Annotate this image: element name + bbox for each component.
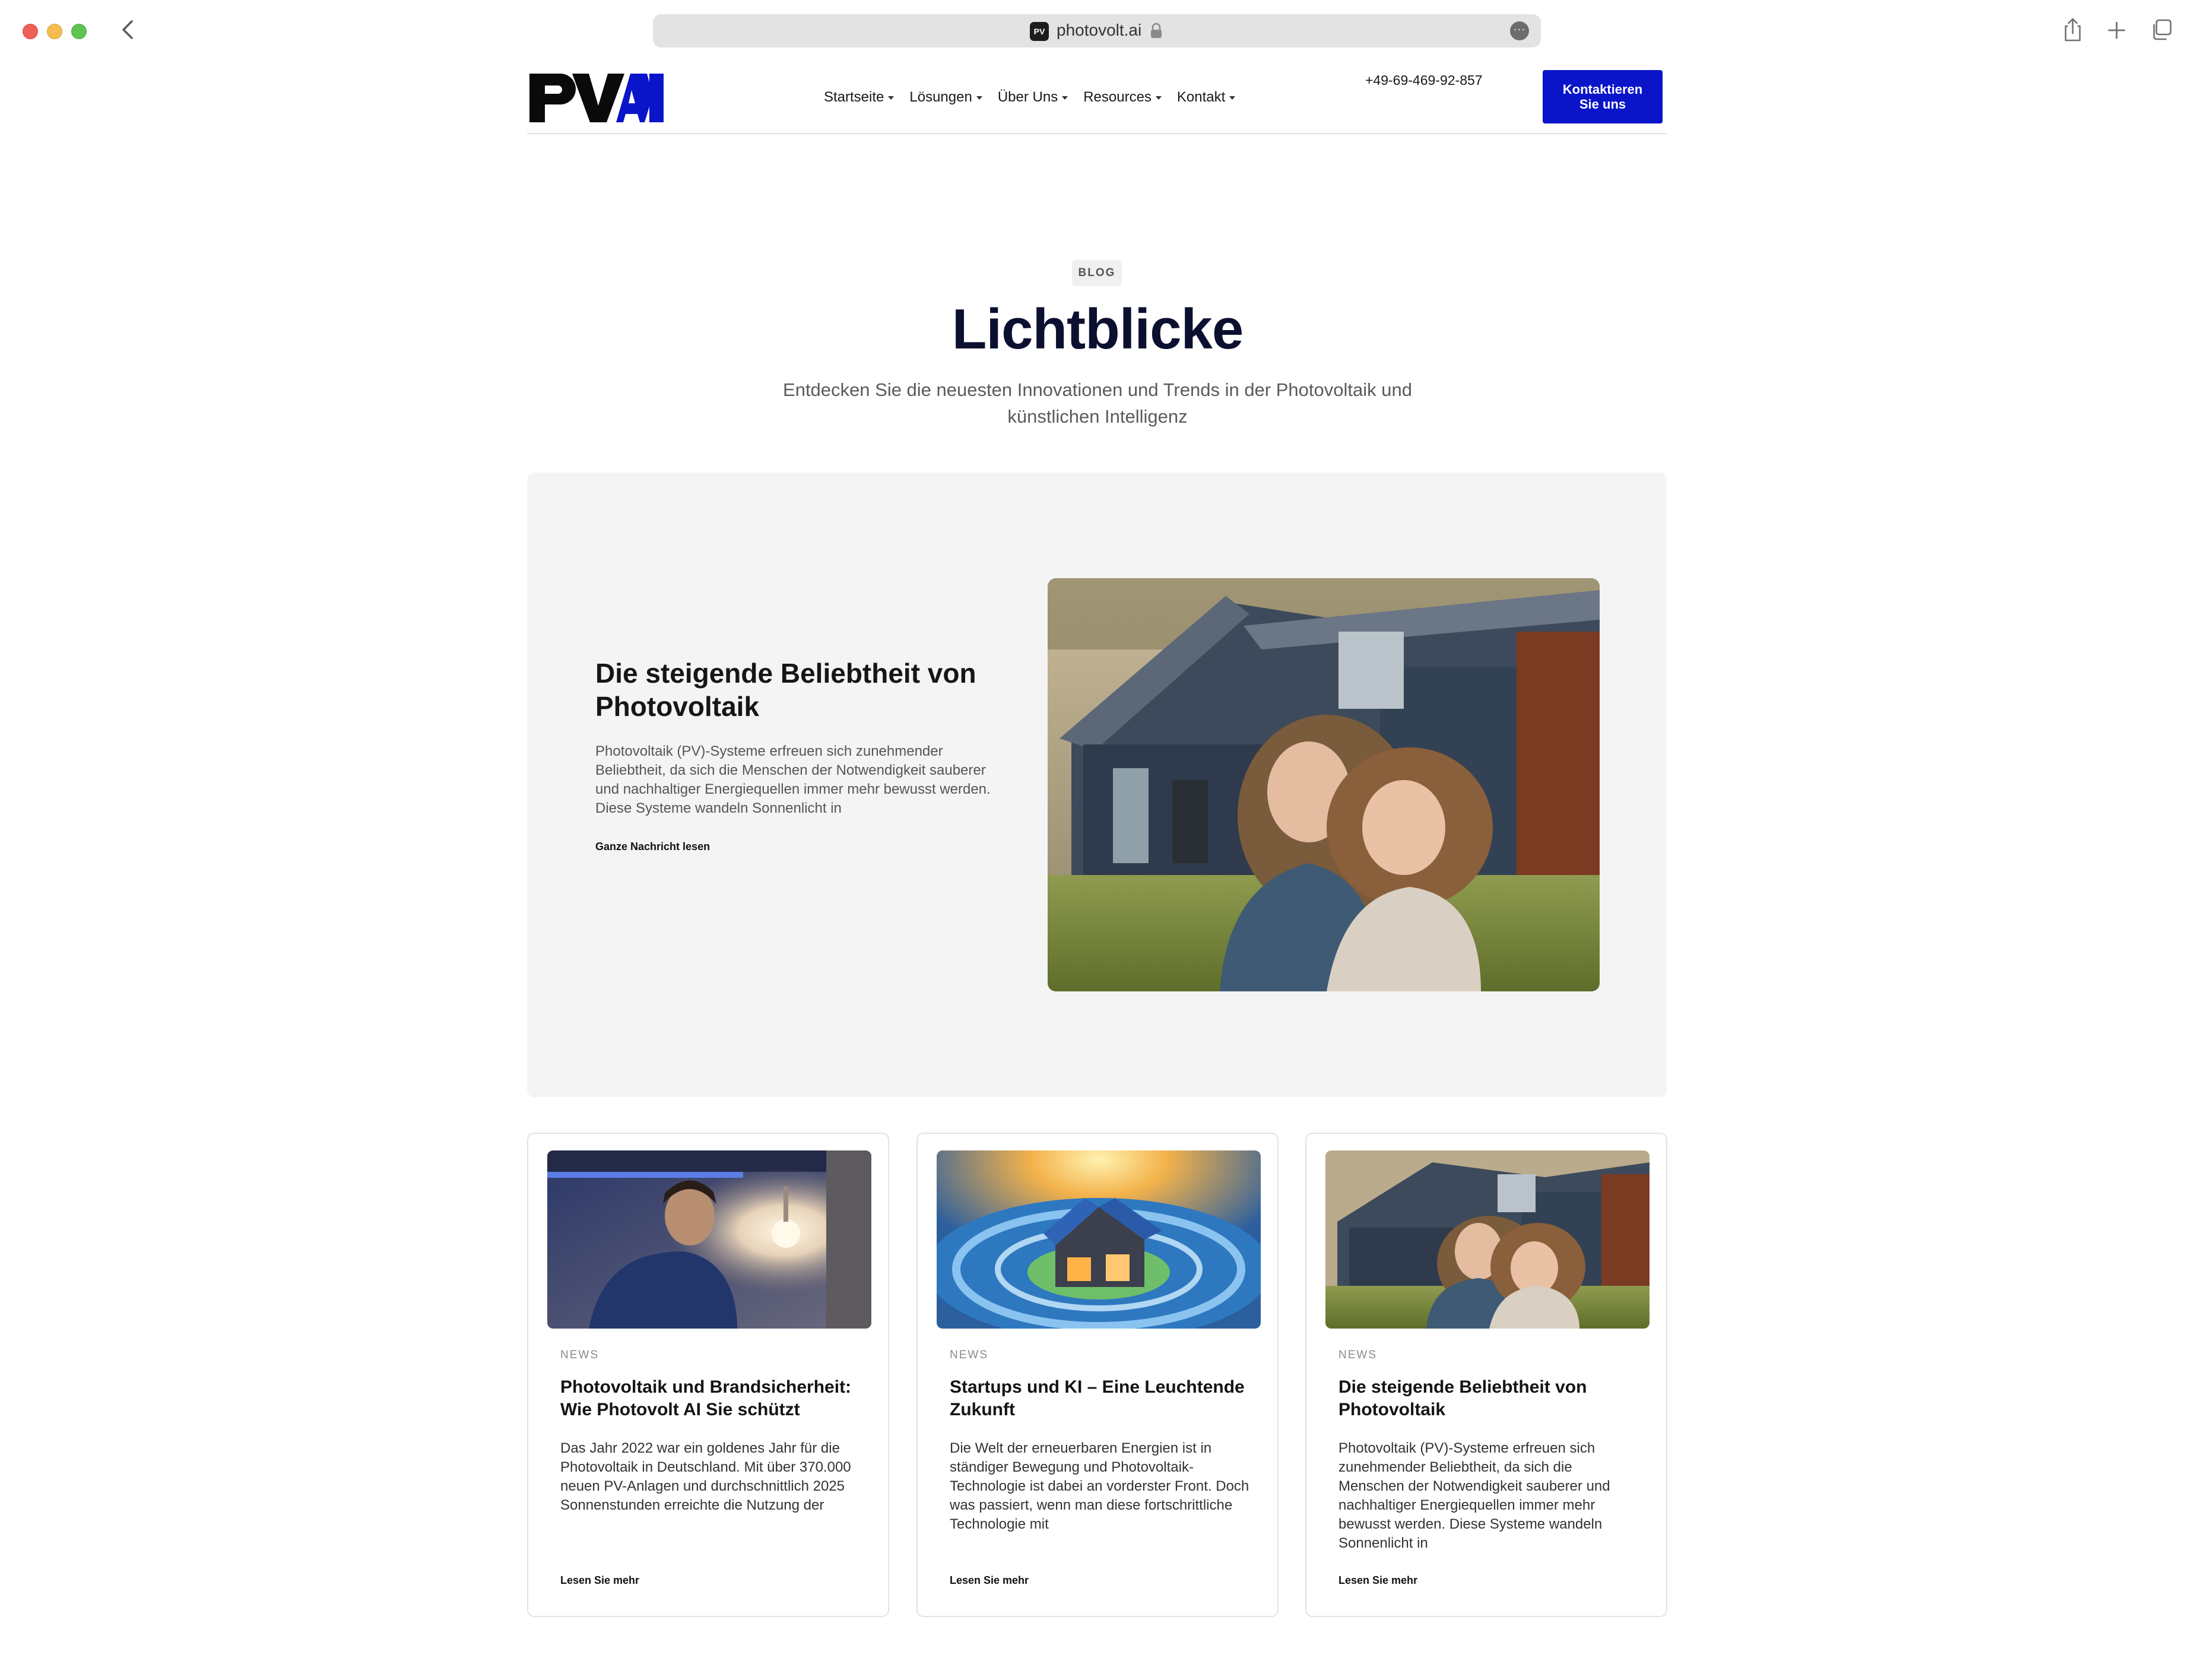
close-window-button[interactable]	[23, 24, 38, 39]
nav-kontakt[interactable]: Kontakt	[1176, 89, 1236, 106]
blog-post-card[interactable]: NEWS Startups und KI – Eine Leuchtende Z…	[916, 1133, 1279, 1617]
post-excerpt: Photovoltaik (PV)-Systeme erfreuen sich …	[1338, 1440, 1610, 1551]
nav-resources[interactable]: Resources	[1083, 89, 1162, 106]
read-full-news-link[interactable]: Ganze Nachricht lesen	[595, 841, 710, 853]
post-category: NEWS	[560, 1349, 599, 1361]
nav-loesungen[interactable]: Lösungen	[909, 89, 982, 106]
read-more-link[interactable]: Lesen Sie mehr	[560, 1574, 639, 1587]
url-text: photovolt.ai	[1057, 21, 1142, 39]
post-image[interactable]	[1325, 1150, 1650, 1329]
page-options-icon[interactable]: ···	[1510, 21, 1529, 40]
post-excerpt: Das Jahr 2022 war ein goldenes Jahr für …	[560, 1440, 851, 1513]
chevron-down-icon	[976, 96, 982, 100]
read-more-link[interactable]: Lesen Sie mehr	[1338, 1574, 1417, 1587]
featured-post: Die steigende Beliebtheit von Photovolta…	[527, 473, 1667, 1097]
featured-post-excerpt: Photovoltaik (PV)-Systeme erfreuen sich …	[595, 743, 991, 816]
nav-label: Über Uns	[997, 89, 1058, 105]
blog-post-card[interactable]: NEWS Photovoltaik und Brandsicherheit: W…	[527, 1133, 889, 1617]
post-image[interactable]	[937, 1150, 1261, 1329]
nav-label: Resources	[1083, 89, 1152, 105]
back-arrow-icon[interactable]	[116, 17, 140, 43]
nav-label: Startseite	[824, 89, 884, 105]
post-image[interactable]	[547, 1150, 871, 1329]
page-subtitle: Entdecken Sie die neuesten Innovationen …	[783, 379, 1412, 427]
chevron-down-icon	[1062, 96, 1068, 100]
page-title: Lichtblicke	[951, 297, 1244, 361]
site-favicon-icon: PV	[1030, 22, 1049, 41]
site-header: Startseite Lösungen Über Uns Resources K…	[527, 59, 1667, 134]
nav-startseite[interactable]: Startseite	[824, 89, 895, 106]
share-icon[interactable]	[2060, 15, 2086, 44]
chevron-down-icon	[1229, 96, 1236, 100]
main-navigation: Startseite Lösungen Über Uns Resources K…	[824, 89, 1251, 106]
post-title[interactable]: Startups und KI – Eine Leuchtende Zukunf…	[950, 1376, 1252, 1421]
phone-number[interactable]: +49-69-469-92-857	[1365, 72, 1483, 88]
zoom-window-button[interactable]	[71, 24, 87, 39]
post-title[interactable]: Die steigende Beliebtheit von Photovolta…	[1338, 1376, 1641, 1421]
read-more-link[interactable]: Lesen Sie mehr	[950, 1574, 1029, 1587]
nav-label: Lösungen	[909, 89, 972, 105]
featured-post-image[interactable]	[1048, 578, 1600, 991]
browser-toolbar: PV photovolt.ai ···	[0, 0, 2195, 59]
blog-post-card[interactable]: NEWS Die steigende Beliebtheit von Photo…	[1305, 1133, 1667, 1617]
nav-label: Kontakt	[1176, 89, 1226, 105]
post-excerpt: Die Welt der erneuerbaren Energien ist i…	[950, 1440, 1249, 1532]
contact-us-button[interactable]: Kontaktieren Sie uns	[1543, 70, 1663, 123]
post-category: NEWS	[950, 1349, 988, 1361]
chevron-down-icon	[888, 96, 895, 100]
nav-ueber-uns[interactable]: Über Uns	[998, 89, 1068, 106]
blog-badge: BLOG	[1072, 260, 1122, 286]
address-bar[interactable]: PV photovolt.ai ···	[653, 14, 1541, 47]
minimize-window-button[interactable]	[47, 24, 62, 39]
chevron-down-icon	[1155, 96, 1162, 100]
post-category: NEWS	[1338, 1349, 1377, 1361]
post-title[interactable]: Photovoltaik und Brandsicherheit: Wie Ph…	[560, 1376, 863, 1421]
featured-post-title[interactable]: Die steigende Beliebtheit von Photovolta…	[595, 657, 1011, 723]
site-logo[interactable]	[527, 71, 665, 123]
tab-overview-icon[interactable]	[2149, 15, 2175, 44]
new-tab-icon[interactable]	[2104, 15, 2130, 44]
lock-icon	[1149, 23, 1163, 39]
